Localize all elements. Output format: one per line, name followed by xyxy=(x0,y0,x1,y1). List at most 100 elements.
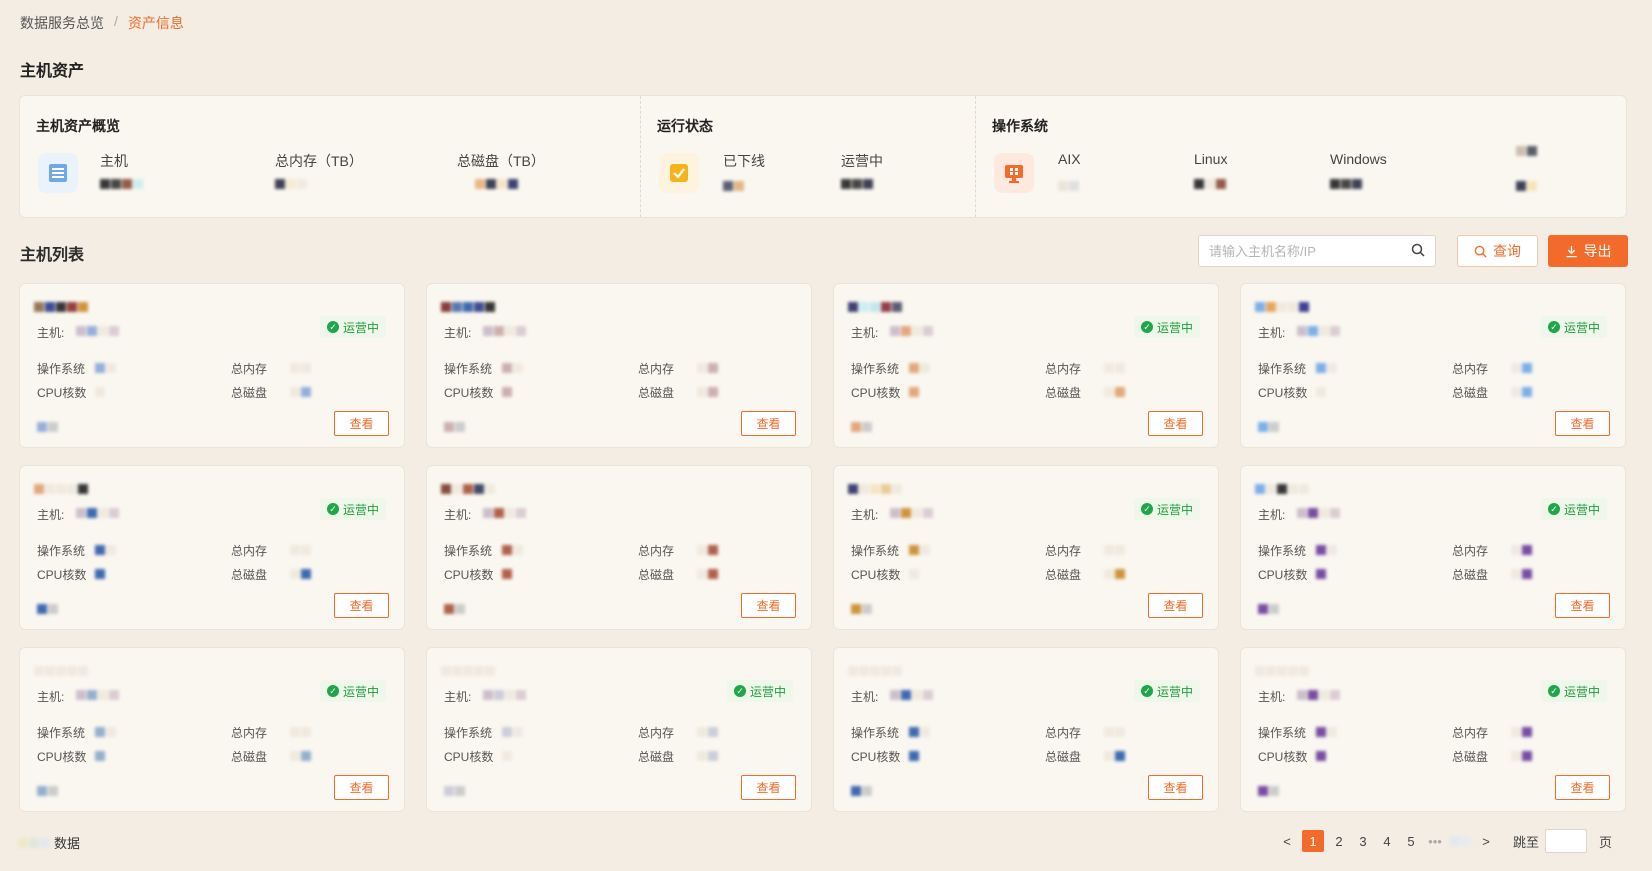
os-block: 操作系统 AIX Linux Windows xyxy=(976,96,1626,217)
export-button[interactable]: 导出 xyxy=(1548,235,1628,267)
memory-value xyxy=(1104,545,1125,555)
jump-label: 跳至 xyxy=(1513,834,1540,850)
view-button[interactable]: 查看 xyxy=(334,411,389,436)
cpu-label: CPU核数 xyxy=(37,750,87,764)
total-count-value xyxy=(18,837,50,848)
cpu-value xyxy=(502,569,512,579)
memory-label: 总内存 xyxy=(638,544,675,558)
memory-label: 总内存 xyxy=(1452,726,1489,740)
page-2[interactable]: 2 xyxy=(1330,830,1348,852)
memory-value xyxy=(1104,727,1125,737)
view-button[interactable]: 查看 xyxy=(1148,411,1203,436)
os-label: 操作系统 xyxy=(1258,362,1307,376)
disk-value xyxy=(290,751,311,761)
view-button[interactable]: 查看 xyxy=(334,775,389,800)
cpu-value xyxy=(502,751,512,761)
check-circle-icon: ✓ xyxy=(1140,503,1153,515)
os-label: 操作系统 xyxy=(37,362,86,376)
os-label: 操作系统 xyxy=(444,726,493,740)
breadcrumb-parent[interactable]: 数据服务总览 xyxy=(20,13,104,33)
memory-label: 总内存 xyxy=(638,362,675,376)
host-ip-value xyxy=(1297,326,1340,336)
check-circle-icon: ✓ xyxy=(1140,321,1153,333)
host-ip-value xyxy=(890,508,933,518)
memory-value xyxy=(1511,363,1532,373)
cpu-value xyxy=(1316,387,1326,397)
cpu-value xyxy=(95,751,105,761)
search-box[interactable] xyxy=(1198,235,1436,267)
page-4[interactable]: 4 xyxy=(1378,830,1396,852)
search-input[interactable] xyxy=(1209,243,1411,259)
host-tag xyxy=(1258,786,1279,796)
prev-page-button[interactable]: < xyxy=(1278,830,1296,852)
monitor-icon xyxy=(994,153,1034,193)
os-label: 操作系统 xyxy=(37,726,86,740)
os-label: 操作系统 xyxy=(444,544,493,558)
stat-value-offline xyxy=(723,181,744,191)
search-icon[interactable] xyxy=(1411,243,1425,260)
os-label: 操作系统 xyxy=(851,726,900,740)
host-card: 主机: ✓ 运营中 操作系统 CPU核数 总内存 总磁盘 查看 xyxy=(833,283,1219,448)
pagination-ellipsis[interactable]: ••• xyxy=(1426,830,1444,852)
view-button[interactable]: 查看 xyxy=(1555,411,1610,436)
view-button[interactable]: 查看 xyxy=(1555,593,1610,618)
memory-value xyxy=(290,545,311,555)
total-count: 数据 xyxy=(18,833,80,852)
host-label: 主机: xyxy=(851,326,879,340)
host-tag xyxy=(851,604,872,614)
host-label: 主机: xyxy=(444,690,472,704)
page-5[interactable]: 5 xyxy=(1402,830,1420,852)
stat-value-linux xyxy=(1194,179,1226,189)
check-circle-icon: ✓ xyxy=(1547,503,1560,515)
status-badge: ✓ 运营中 xyxy=(319,498,386,520)
host-card: 主机: ✓ 运营中 操作系统 CPU核数 总内存 总磁盘 查看 xyxy=(426,647,812,812)
view-button[interactable]: 查看 xyxy=(741,593,796,618)
page-1[interactable]: 1 xyxy=(1302,830,1324,852)
disk-label: 总磁盘 xyxy=(1452,386,1489,400)
os-value xyxy=(502,545,523,555)
status-badge: ✓ 运营中 xyxy=(726,680,793,702)
memory-value xyxy=(1104,363,1125,373)
host-ip-value xyxy=(483,690,526,700)
host-ip-value xyxy=(483,326,526,336)
disk-value xyxy=(697,751,718,761)
status-text: 运营中 xyxy=(342,320,379,335)
memory-value xyxy=(1511,727,1532,737)
next-page-button[interactable]: > xyxy=(1477,830,1495,852)
disk-value xyxy=(1104,569,1125,579)
host-ip-value xyxy=(890,326,933,336)
host-name xyxy=(441,666,641,682)
status-badge: ✓ 运营中 xyxy=(319,680,386,702)
cpu-value xyxy=(502,387,512,397)
page-3[interactable]: 3 xyxy=(1354,830,1372,852)
host-label: 主机: xyxy=(37,690,65,704)
view-button[interactable]: 查看 xyxy=(741,775,796,800)
status-badge: ✓ 运营中 xyxy=(1540,498,1607,520)
checkbox-icon xyxy=(659,153,699,193)
host-ip-label: 主机: xyxy=(37,324,64,341)
host-name xyxy=(1255,302,1455,318)
host-ip-value xyxy=(890,690,933,700)
host-card: 主机: ✓ 运营中 操作系统 CPU核数 总内存 总磁盘 查看 xyxy=(19,465,405,630)
breadcrumb-separator: / xyxy=(114,13,118,29)
memory-label: 总内存 xyxy=(231,362,268,376)
stat-label-disk: 总磁盘（TB） xyxy=(457,153,545,169)
host-ip-label: 主机: xyxy=(851,688,878,705)
view-button[interactable]: 查看 xyxy=(1148,775,1203,800)
disk-label: 总磁盘 xyxy=(638,750,675,764)
host-ip-value xyxy=(1297,508,1340,518)
host-ip-label: 主机: xyxy=(1258,506,1285,523)
host-tag xyxy=(444,422,465,432)
view-button[interactable]: 查看 xyxy=(1148,593,1203,618)
disk-label: 总磁盘 xyxy=(1452,568,1489,582)
os-value xyxy=(1316,363,1337,373)
os-value xyxy=(502,727,523,737)
view-button[interactable]: 查看 xyxy=(1555,775,1610,800)
view-button[interactable]: 查看 xyxy=(741,411,796,436)
view-button[interactable]: 查看 xyxy=(334,593,389,618)
memory-value xyxy=(290,363,311,373)
query-button[interactable]: 查询 xyxy=(1457,235,1538,267)
jump-page-input[interactable] xyxy=(1545,829,1588,853)
host-tag xyxy=(851,786,872,796)
last-page[interactable] xyxy=(1450,836,1471,846)
